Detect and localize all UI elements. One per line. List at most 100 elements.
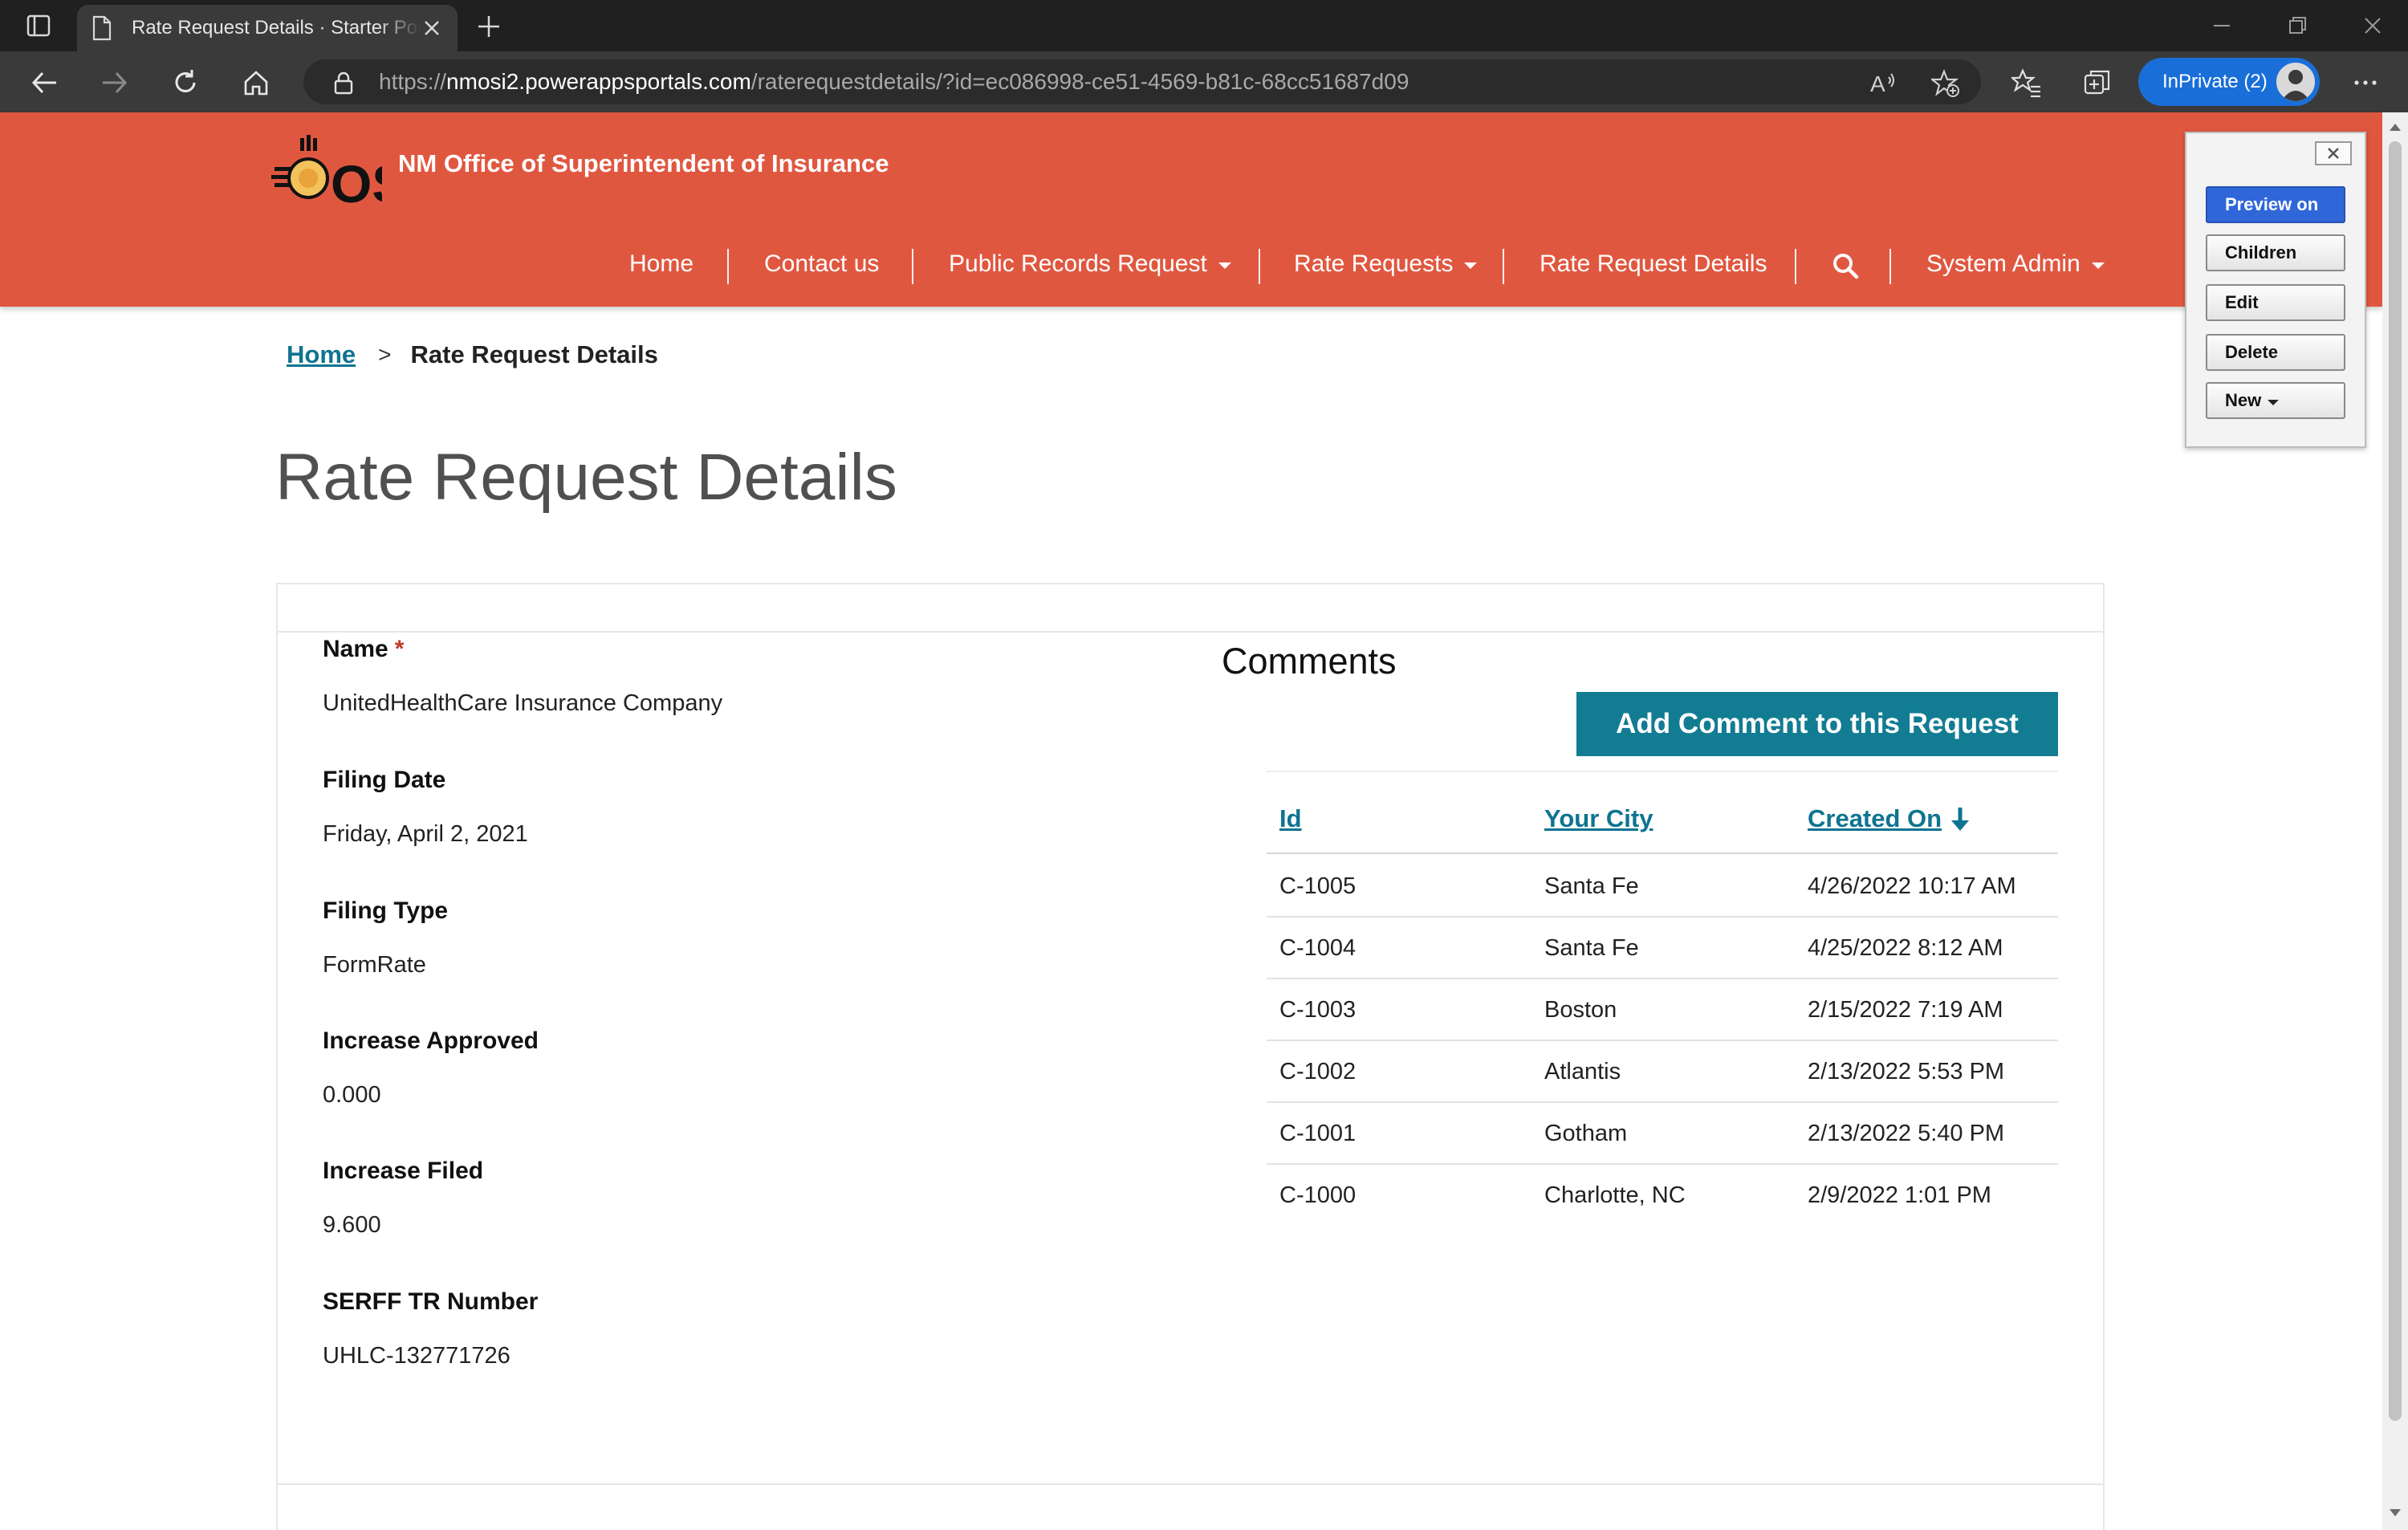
breadcrumb: Home > Rate Request Details	[287, 340, 658, 369]
nav-rate-requests-label: Rate Requests	[1294, 250, 1454, 277]
column-header-created-on-label: Created On	[1808, 804, 1942, 832]
browser-tab-active[interactable]: Rate Request Details · Starter Portal	[77, 5, 458, 51]
form-divider	[278, 631, 2103, 633]
nav-rate-request-details[interactable]: Rate Request Details	[1540, 250, 1767, 278]
nav-divider	[1795, 249, 1796, 284]
comments-heading: Comments	[1222, 641, 1397, 682]
nav-system-admin[interactable]: System Admin	[1926, 250, 2105, 278]
column-header-created-on[interactable]: Created On	[1808, 804, 1971, 833]
browser-address-bar: https://nmosi2.powerappsportals.com/rate…	[0, 51, 2408, 112]
add-comment-button[interactable]: Add Comment to this Request	[1576, 692, 2058, 756]
comment-created-cell: 2/13/2022 5:40 PM	[1808, 1121, 2005, 1146]
column-header-id[interactable]: Id	[1279, 804, 1302, 833]
increase-filed-label: Increase Filed	[323, 1158, 484, 1184]
caret-down-icon	[1464, 262, 1478, 269]
url-field[interactable]: https://nmosi2.powerappsportals.com/rate…	[303, 59, 1981, 104]
close-panel-button[interactable]	[2315, 141, 2352, 165]
add-favorite-icon[interactable]	[1931, 69, 1960, 98]
url-prefix: https://	[379, 69, 447, 94]
comment-created-cell: 4/26/2022 10:17 AM	[1808, 873, 2016, 899]
comment-created-cell: 2/9/2022 1:01 PM	[1808, 1182, 1991, 1208]
nav-home[interactable]: Home	[629, 250, 694, 278]
inprivate-badge[interactable]: InPrivate (2)	[2138, 58, 2320, 106]
breadcrumb-separator: >	[378, 342, 392, 367]
table-row-divider	[1267, 1163, 2058, 1165]
browser-tab-bar: Rate Request Details · Starter Portal	[0, 0, 2408, 51]
comment-id-cell: C-1004	[1279, 935, 1357, 961]
new-button-label: New	[2225, 390, 2262, 410]
person-icon	[2281, 70, 2310, 101]
nav-system-admin-label: System Admin	[1926, 250, 2081, 277]
collections-icon[interactable]	[2082, 67, 2113, 98]
increase-filed-value: 9.600	[323, 1212, 381, 1238]
sort-descending-icon	[1951, 808, 1970, 831]
comment-created-cell: 2/13/2022 5:53 PM	[1808, 1059, 2005, 1084]
scroll-up-icon[interactable]	[2390, 124, 2401, 131]
nav-public-records[interactable]: Public Records Request	[949, 250, 1231, 278]
tab-title: Rate Request Details · Starter Portal	[132, 17, 421, 39]
preview-on-button[interactable]: Preview on	[2206, 186, 2345, 223]
lock-icon[interactable]	[332, 71, 355, 95]
nav-divider	[1259, 249, 1260, 284]
breadcrumb-home-link[interactable]: Home	[287, 340, 356, 369]
delete-button[interactable]: Delete	[2206, 334, 2345, 371]
forward-icon[interactable]	[100, 67, 130, 98]
serff-number-label: SERFF TR Number	[323, 1288, 539, 1315]
site-title[interactable]: NM Office of Superintendent of Insurance	[398, 149, 889, 178]
profile-avatar[interactable]	[2275, 61, 2316, 103]
comment-city-cell: Atlantis	[1544, 1059, 1621, 1084]
comment-id-cell: C-1002	[1279, 1059, 1357, 1084]
caret-down-icon	[1218, 262, 1231, 269]
admin-edit-panel: Preview on Children Edit Delete New	[2185, 132, 2366, 448]
caret-down-icon	[2268, 399, 2280, 405]
refresh-icon[interactable]	[170, 67, 201, 98]
table-row-divider	[1267, 1101, 2058, 1103]
nav-contact[interactable]: Contact us	[764, 250, 879, 278]
tab-actions-icon[interactable]	[24, 11, 53, 40]
filing-type-value: FormRate	[323, 952, 426, 978]
nav-divider	[727, 249, 729, 284]
new-tab-icon[interactable]	[475, 13, 502, 40]
search-icon[interactable]	[1832, 252, 1859, 279]
grid-top-rule	[1267, 771, 2058, 772]
nav-rate-requests[interactable]: Rate Requests	[1294, 250, 1478, 278]
close-tab-icon[interactable]	[421, 17, 443, 39]
logo-text: OSI	[331, 154, 382, 209]
name-label: Name *	[323, 636, 404, 663]
comment-id-cell: C-1005	[1279, 873, 1357, 899]
close-window-icon[interactable]	[2360, 13, 2386, 39]
grid-header-rule	[1267, 852, 2058, 854]
page-scrollbar[interactable]	[2382, 112, 2408, 1530]
form-divider	[278, 1483, 2103, 1485]
restore-icon[interactable]	[2284, 13, 2310, 39]
new-button[interactable]: New	[2206, 382, 2345, 419]
comment-city-cell: Boston	[1544, 997, 1617, 1023]
more-options-icon[interactable]	[2350, 67, 2381, 98]
comment-id-cell: C-1000	[1279, 1182, 1357, 1208]
scrollbar-thumb[interactable]	[2389, 141, 2402, 1421]
minimize-icon[interactable]	[2209, 13, 2235, 39]
breadcrumb-current: Rate Request Details	[410, 340, 658, 368]
edit-button[interactable]: Edit	[2206, 284, 2345, 321]
url-path: /raterequestdetails/?id=ec086998-ce51-45…	[750, 69, 1409, 94]
comment-city-cell: Charlotte, NC	[1544, 1182, 1686, 1208]
read-aloud-icon[interactable]: A	[1869, 69, 1898, 96]
filing-date-value: Friday, April 2, 2021	[323, 821, 528, 847]
serff-number-value: UHLC-132771726	[323, 1343, 510, 1369]
comment-city-cell: Santa Fe	[1544, 873, 1639, 899]
column-header-city[interactable]: Your City	[1544, 804, 1653, 833]
comment-city-cell: Santa Fe	[1544, 935, 1639, 961]
comment-id-cell: C-1001	[1279, 1121, 1357, 1146]
nav-public-records-label: Public Records Request	[949, 250, 1207, 277]
name-label-text: Name	[323, 636, 388, 662]
scroll-down-icon[interactable]	[2390, 1509, 2401, 1516]
osi-logo[interactable]: OSI	[270, 128, 382, 209]
page-icon	[92, 15, 112, 41]
url-host: nmosi2.powerappsportals.com	[446, 69, 751, 94]
home-icon[interactable]	[241, 67, 271, 98]
table-row-divider	[1267, 978, 2058, 979]
back-icon[interactable]	[29, 67, 59, 98]
required-marker: *	[394, 636, 405, 662]
favorites-icon[interactable]	[2011, 67, 2042, 98]
children-button[interactable]: Children	[2206, 234, 2345, 271]
